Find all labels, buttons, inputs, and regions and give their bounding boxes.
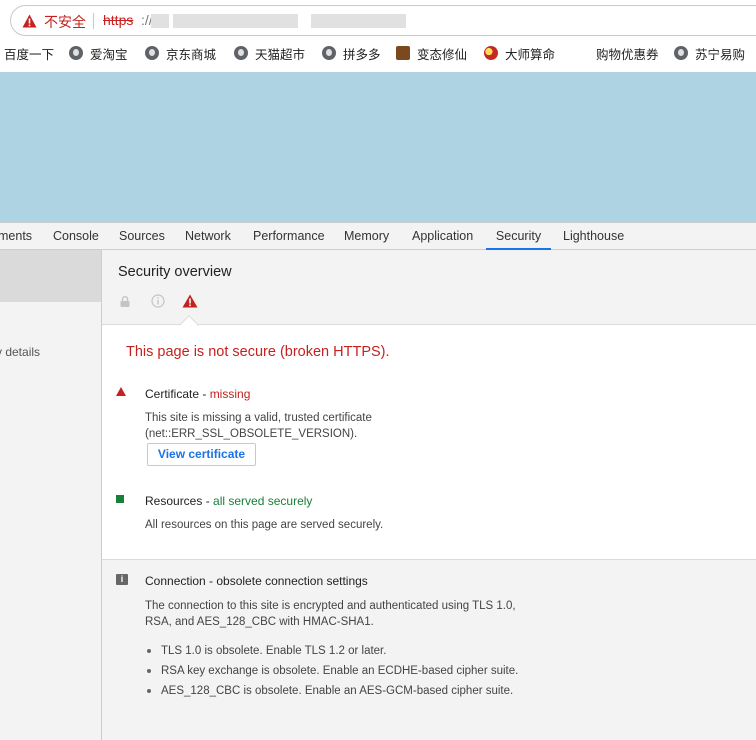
list-item: TLS 1.0 is obsolete. Enable TLS 1.2 or l… xyxy=(145,641,518,661)
bookmark-jd[interactable]: 京东商城 xyxy=(145,40,216,66)
yin-yang-icon xyxy=(484,46,498,60)
bookmark-aitaobao[interactable]: 爱淘宝 xyxy=(69,40,128,66)
bookmark-tmall[interactable]: 天猫超市 xyxy=(234,40,305,66)
certificate-description-line: (net::ERR_SSL_OBSOLETE_VERSION). xyxy=(145,428,358,440)
tab-network[interactable]: Network xyxy=(185,223,231,250)
sidebar-item-overview[interactable] xyxy=(0,250,101,302)
resources-status: all served securely xyxy=(213,494,313,508)
certificate-status: missing xyxy=(209,387,251,401)
secure-icon xyxy=(116,495,124,503)
tab-security[interactable]: Security xyxy=(486,223,551,250)
url-redacted xyxy=(311,14,406,28)
globe-icon xyxy=(674,46,688,60)
tab-console[interactable]: Console xyxy=(53,223,99,250)
tab-sources[interactable]: Sources xyxy=(119,223,165,250)
bookmark-label: 大师算命 xyxy=(505,47,556,62)
bookmark-label: 天猫超市 xyxy=(255,47,306,62)
warning-icon xyxy=(182,294,198,308)
security-summary: This page is not secure (broken HTTPS). xyxy=(126,344,390,360)
resources-description: All resources on this page are served se… xyxy=(145,519,384,531)
globe-icon xyxy=(322,46,336,60)
connection-section: i Connection - obsolete connection setti… xyxy=(102,559,756,740)
list-item: AES_128_CBC is obsolete. Enable an AES-G… xyxy=(145,681,518,701)
tab-performance[interactable]: Performance xyxy=(253,223,325,250)
certificate-description: This site is missing a valid, trusted ce… xyxy=(145,410,372,442)
avatar-icon xyxy=(396,46,410,60)
bookmark-label: 百度一下 xyxy=(4,47,55,62)
lock-icon xyxy=(120,296,130,307)
tab-elements[interactable]: ments xyxy=(0,223,32,250)
certificate-title: Certificate - missing xyxy=(145,387,250,401)
warning-icon xyxy=(116,387,126,396)
security-panel: Security overview This page is not secur… xyxy=(102,250,756,740)
tab-lighthouse[interactable]: Lighthouse xyxy=(563,223,624,250)
connection-description: The connection to this site is encrypted… xyxy=(145,598,565,630)
address-bar[interactable]: 不安全 https :// xyxy=(10,5,756,36)
bookmark-baidu[interactable]: 百度一下 xyxy=(4,40,54,66)
bookmark-biantaixiuxian[interactable]: 变态修仙 xyxy=(396,40,467,66)
not-secure-label[interactable]: 不安全 xyxy=(44,12,86,32)
warning-icon[interactable] xyxy=(22,14,37,28)
address-divider xyxy=(93,13,94,29)
bookmark-label: 京东商城 xyxy=(166,47,217,62)
certificate-title-text: Certificate - xyxy=(145,387,210,401)
resources-title: Resources - all served securely xyxy=(145,494,312,508)
url-redacted xyxy=(173,14,298,28)
connection-description-line: RSA, and AES_128_CBC with HMAC-SHA1. xyxy=(145,616,374,628)
connection-description-line: The connection to this site is encrypted… xyxy=(145,600,516,612)
globe-icon xyxy=(145,46,159,60)
bookmark-label: 变态修仙 xyxy=(417,47,468,62)
page-viewport[interactable] xyxy=(0,72,756,222)
certificate-description-line: This site is missing a valid, trusted ce… xyxy=(145,412,372,424)
bookmark-label: 苏宁易购 xyxy=(695,47,746,62)
bookmark-suning[interactable]: 苏宁易购 xyxy=(674,40,745,66)
bookmarks-bar: 百度一下 爱淘宝 京东商城 天猫超市 拼多多 变态修仙 大师算命 购物优惠券 苏… xyxy=(0,40,756,66)
devtools-tab-strip: ments Console Sources Network Performanc… xyxy=(0,222,756,250)
bookmark-label: 爱淘宝 xyxy=(90,47,128,62)
security-sidebar: v details xyxy=(0,250,102,740)
globe-icon xyxy=(234,46,248,60)
security-overview-header: Security overview xyxy=(102,250,756,325)
info-icon: i xyxy=(116,574,128,585)
bookmark-pinduoduo[interactable]: 拼多多 xyxy=(322,40,381,66)
view-certificate-button[interactable]: View certificate xyxy=(147,443,256,466)
connection-title: Connection - obsolete connection setting… xyxy=(145,574,368,588)
tab-memory[interactable]: Memory xyxy=(344,223,389,250)
page-title: Security overview xyxy=(118,264,232,280)
connection-issues-list: TLS 1.0 is obsolete. Enable TLS 1.2 or l… xyxy=(145,641,518,701)
globe-icon xyxy=(69,46,83,60)
url-scheme[interactable]: https xyxy=(103,12,133,28)
tab-application[interactable]: Application xyxy=(412,223,473,250)
bookmark-label: 拼多多 xyxy=(343,47,381,62)
bookmark-dashisuanming[interactable]: 大师算命 xyxy=(484,40,555,66)
list-item: RSA key exchange is obsolete. Enable an … xyxy=(145,661,518,681)
url-redacted xyxy=(151,14,169,28)
info-icon xyxy=(151,294,165,308)
sidebar-view-details[interactable]: v details xyxy=(0,345,40,359)
bookmark-coupons[interactable]: 购物优惠券 xyxy=(596,40,659,66)
bookmark-label: 购物优惠券 xyxy=(596,47,659,62)
resources-title-text: Resources - xyxy=(145,494,214,508)
